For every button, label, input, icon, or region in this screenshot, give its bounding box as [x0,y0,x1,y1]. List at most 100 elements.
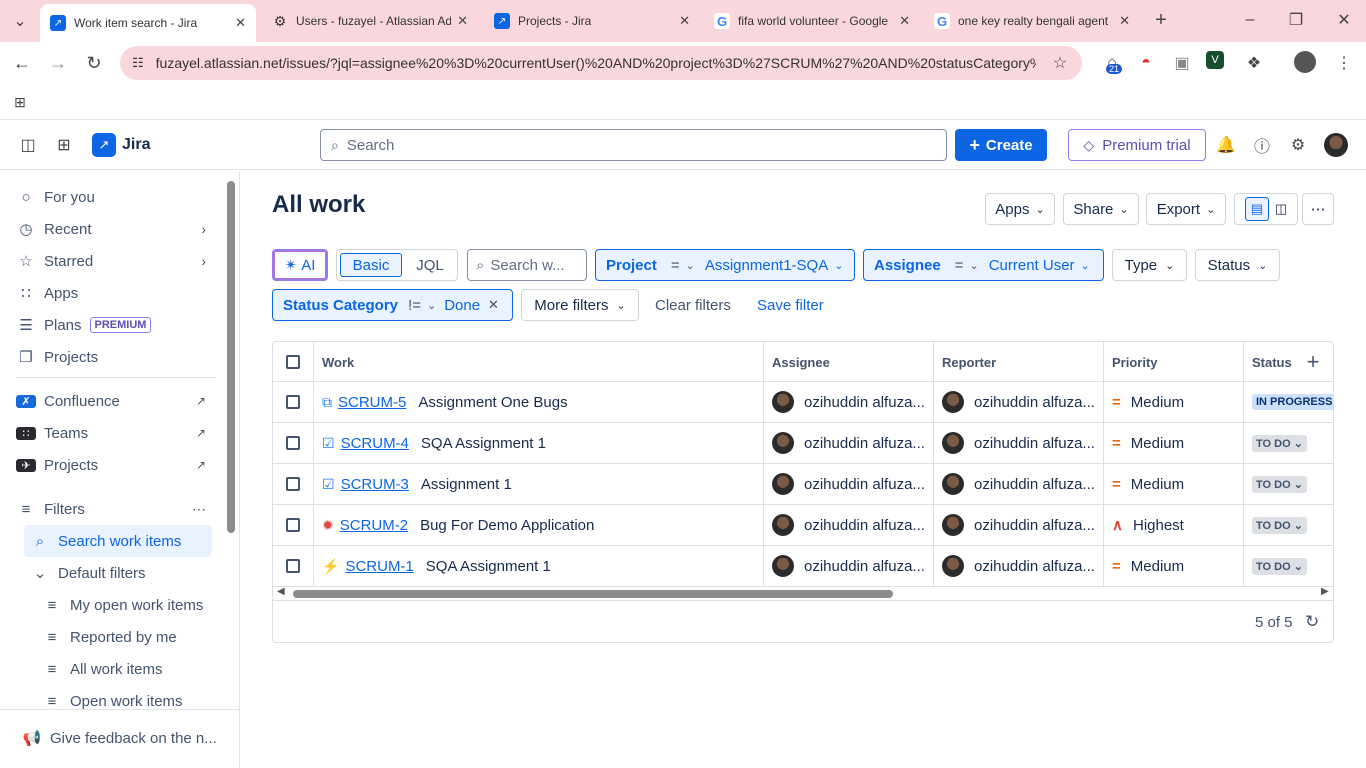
row-checkbox[interactable] [286,559,300,573]
issue-key-link[interactable]: SCRUM-4 [341,435,409,452]
issue-summary[interactable]: Assignment One Bugs [418,394,567,411]
column-header-reporter[interactable]: Reporter [933,342,1103,382]
profile-avatar[interactable] [1294,51,1316,73]
ai-mode-button[interactable]: ✴ AI [272,249,328,281]
browser-tab-work-item-search[interactable]: ↗ Work item search - Jira ✕ [40,4,256,42]
apps-button[interactable]: Apps ⌄ [985,193,1055,225]
status-cell[interactable]: TO DO ⌄ [1243,464,1333,504]
close-window-icon[interactable]: ✕ [1332,8,1356,32]
user-avatar[interactable] [1324,133,1348,157]
extension-green-icon[interactable]: V [1206,51,1224,69]
notifications-bell-icon[interactable]: 🔔 [1214,133,1238,157]
browser-tab-projects[interactable]: ↗ Projects - Jira ✕ [484,6,700,36]
table-row[interactable]: ⧉ SCRUM-5 Assignment One Bugs ozihuddin … [273,382,1333,423]
browser-tab-fifa[interactable]: G fifa world volunteer - Google ✕ [704,6,920,36]
reporter-cell[interactable]: ozihuddin alfuza... [933,423,1103,463]
browser-tab-realty[interactable]: G one key realty bengali agent ✕ [924,6,1140,36]
sidebar-item-search-work-items[interactable]: ⌕ Search work items [24,525,212,557]
table-row[interactable]: ☑ SCRUM-3 Assignment 1 ozihuddin alfuza.… [273,464,1333,505]
horizontal-scrollbar[interactable] [293,590,893,598]
scroll-right-arrow[interactable]: ▶ [1321,586,1329,597]
close-icon[interactable]: ✕ [1119,13,1130,29]
row-checkbox[interactable] [286,477,300,491]
url-bar[interactable]: ☷ fuzayel.atlassian.net/issues/?jql=assi… [120,46,1082,80]
refresh-icon[interactable]: ↻ [1305,612,1319,632]
camera-icon[interactable]: ▣ [1170,51,1194,75]
browser-tab-users[interactable]: ⚙ Users - fuzayel - Atlassian Ad ✕ [262,6,478,36]
back-icon[interactable]: ← [10,51,34,75]
row-checkbox[interactable] [286,518,300,532]
sidebar-item-recent[interactable]: ◷ Recent › [16,215,216,243]
sidebar-item-starred[interactable]: ☆ Starred › [16,247,216,275]
status-badge[interactable]: TO DO ⌄ [1252,475,1307,493]
issue-summary[interactable]: SQA Assignment 1 [421,435,546,452]
help-icon[interactable]: ⓘ [1250,133,1274,157]
clear-filters-button[interactable]: Clear filters [655,297,731,314]
reload-icon[interactable]: ↻ [82,51,106,75]
reporter-cell[interactable]: ozihuddin alfuza... [933,546,1103,586]
status-category-filter[interactable]: Status Category != ⌄ Done ✕ [272,289,513,321]
close-icon[interactable]: ✕ [235,15,246,31]
sidebar-item-plans[interactable]: ☰ Plans PREMIUM [16,311,216,339]
list-view-toggle[interactable]: ▤ ◫ [1234,193,1298,225]
status-cell[interactable]: TO DO ⌄ [1243,505,1333,545]
priority-cell[interactable]: ∧ Highest [1103,505,1243,545]
scroll-left-arrow[interactable]: ◀ [277,586,285,597]
sidebar-item-filters[interactable]: ≡ Filters ⋯ [16,495,216,523]
settings-gear-icon[interactable]: ⚙ [1286,133,1310,157]
remove-filter-icon[interactable]: ✕ [488,297,499,313]
issue-key-link[interactable]: SCRUM-2 [340,517,408,534]
sidebar-scrollbar[interactable] [227,181,235,533]
site-info-icon[interactable]: ☷ [132,55,144,71]
save-filter-button[interactable]: Save filter [757,297,824,314]
global-search-input[interactable]: ⌕ Search [320,129,947,161]
priority-cell[interactable]: = Medium [1103,382,1243,422]
assignee-filter[interactable]: Assignee = ⌄ Current User ⌄ [863,249,1104,281]
app-switcher-icon[interactable]: ⊞ [52,133,76,157]
sidebar-item-projects-app[interactable]: ✈ Projects ↗ [16,451,216,479]
issue-key-link[interactable]: SCRUM-3 [341,476,409,493]
assignee-cell[interactable]: ozihuddin alfuza... [763,382,933,422]
sidebar-item-reported[interactable]: ≡ Reported by me [42,623,242,651]
reporter-cell[interactable]: ozihuddin alfuza... [933,464,1103,504]
tab-search-icon[interactable]: ⌄ [8,9,32,33]
sidebar-item-teams[interactable]: ∷ Teams ↗ [16,419,216,447]
issue-summary[interactable]: Bug For Demo Application [420,517,594,534]
basic-mode-button[interactable]: Basic [340,253,402,277]
issue-summary[interactable]: Assignment 1 [421,476,512,493]
table-row[interactable]: ✹ SCRUM-2 Bug For Demo Application ozihu… [273,505,1333,546]
work-search-input[interactable]: ⌕ Search w... [467,249,587,281]
sidebar-item-confluence[interactable]: ✗ Confluence ↗ [16,387,216,415]
minimize-icon[interactable]: – [1238,8,1262,32]
table-row[interactable]: ☑ SCRUM-4 SQA Assignment 1 ozihuddin alf… [273,423,1333,464]
add-column-button[interactable]: + [1295,346,1331,378]
pokeball-icon[interactable]: ◓ [1134,51,1158,75]
column-header-priority[interactable]: Priority [1103,342,1243,382]
chevron-right-icon[interactable]: › [201,221,206,237]
restore-icon[interactable]: ❐ [1284,8,1308,32]
chevron-right-icon[interactable]: › [201,253,206,269]
jira-logo[interactable]: ↗ Jira [92,133,150,157]
status-cell[interactable]: TO DO ⌄ [1243,546,1333,586]
sidebar-item-my-open[interactable]: ≡ My open work items [42,591,242,619]
browser-menu-icon[interactable]: ⋮ [1332,51,1356,75]
row-checkbox[interactable] [286,395,300,409]
type-filter[interactable]: Type ⌄ [1112,249,1187,281]
reporter-cell[interactable]: ozihuddin alfuza... [933,505,1103,545]
status-badge[interactable]: TO DO ⌄ [1252,434,1307,452]
export-button[interactable]: Export ⌄ [1146,193,1226,225]
sidebar-item-for-you[interactable]: ○ For you [16,183,216,211]
sidebar-item-projects[interactable]: ❐ Projects [16,343,216,371]
sidebar-toggle-icon[interactable]: ◫ [16,133,40,157]
issue-key-link[interactable]: SCRUM-1 [345,558,413,575]
assignee-cell[interactable]: ozihuddin alfuza... [763,423,933,463]
more-actions-button[interactable]: ⋯ [1302,193,1334,225]
column-header-assignee[interactable]: Assignee [763,342,933,382]
sidebar-item-default-filters[interactable]: ⌄ Default filters [30,559,230,587]
sidebar-item-all-work[interactable]: ≡ All work items [42,655,242,683]
detail-view-icon[interactable]: ◫ [1275,201,1287,217]
assignee-cell[interactable]: ozihuddin alfuza... [763,505,933,545]
priority-cell[interactable]: = Medium [1103,423,1243,463]
apps-grid-icon[interactable]: ⊞ [8,90,32,114]
status-badge[interactable]: TO DO ⌄ [1252,516,1307,534]
